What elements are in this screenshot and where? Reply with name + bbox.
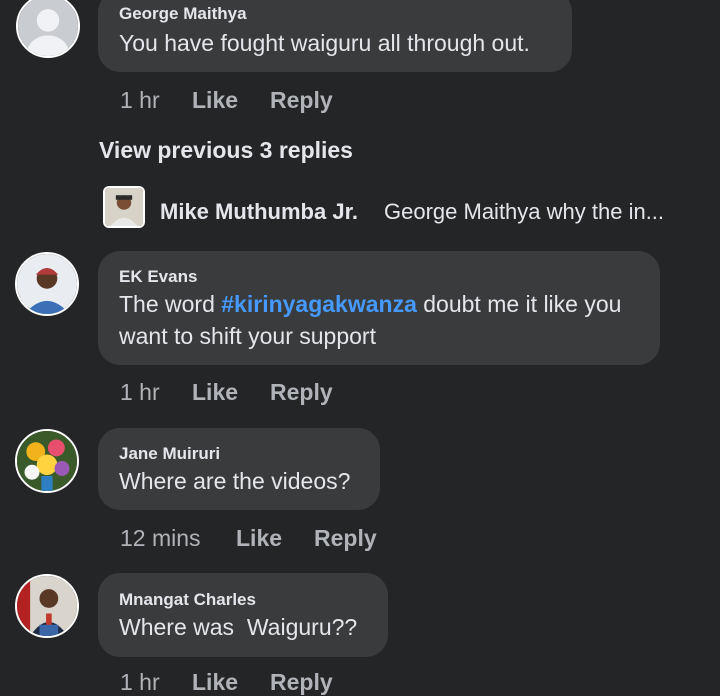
comment-bubble: Mnangat Charles Where was Waiguru?? xyxy=(98,573,388,657)
reply-author[interactable]: Mike Muthumba Jr. xyxy=(160,199,358,225)
comment-text-line: want to shift your support xyxy=(119,323,376,349)
comment-text: Where was Waiguru?? xyxy=(119,614,358,640)
comment-text: The word #kirinyagakwanza doubt me it li… xyxy=(119,288,621,320)
comment-text: Where are the videos? xyxy=(119,468,351,494)
comment-timestamp[interactable]: 1 hr xyxy=(120,669,160,696)
reply-button[interactable]: Reply xyxy=(270,87,333,114)
comment-author[interactable]: George Maithya xyxy=(119,4,247,24)
reply-button[interactable]: Reply xyxy=(270,379,333,406)
profile-photo-icon xyxy=(17,576,77,636)
avatar[interactable] xyxy=(15,574,79,638)
flower-photo-icon xyxy=(17,431,77,491)
reply-button[interactable]: Reply xyxy=(270,669,333,696)
profile-photo-icon xyxy=(17,254,77,314)
comment-timestamp[interactable]: 12 mins xyxy=(120,525,201,552)
like-button[interactable]: Like xyxy=(192,379,238,406)
comment-timestamp[interactable]: 1 hr xyxy=(120,379,160,406)
comment-text-part: The word xyxy=(119,291,222,317)
profile-photo-icon xyxy=(105,188,143,226)
reply-button[interactable]: Reply xyxy=(314,525,377,552)
comment-author[interactable]: Jane Muiruri xyxy=(119,444,220,464)
comment-author[interactable]: EK Evans xyxy=(119,267,197,287)
avatar[interactable] xyxy=(15,429,79,493)
comment-bubble: George Maithya You have fought waiguru a… xyxy=(98,0,572,72)
comment-author[interactable]: Mnangat Charles xyxy=(119,590,256,610)
like-button[interactable]: Like xyxy=(192,669,238,696)
hashtag-link[interactable]: #kirinyagakwanza xyxy=(221,291,417,317)
reply-avatar xyxy=(103,186,145,228)
like-button[interactable]: Like xyxy=(192,87,238,114)
reply-text: George Maithya why the in... xyxy=(384,199,665,224)
comment-bubble: EK Evans The word #kirinyagakwanza doubt… xyxy=(98,251,660,365)
avatar[interactable] xyxy=(16,0,80,58)
avatar[interactable] xyxy=(15,252,79,316)
view-previous-replies-link[interactable]: View previous 3 replies xyxy=(99,137,353,164)
comment-text: You have fought waiguru all through out. xyxy=(119,30,530,56)
comment-text-part: doubt me it like you xyxy=(416,291,622,317)
like-button[interactable]: Like xyxy=(236,525,282,552)
default-avatar-icon xyxy=(18,0,78,56)
comment-timestamp[interactable]: 1 hr xyxy=(120,87,160,114)
comment-bubble: Jane Muiruri Where are the videos? xyxy=(98,428,380,510)
